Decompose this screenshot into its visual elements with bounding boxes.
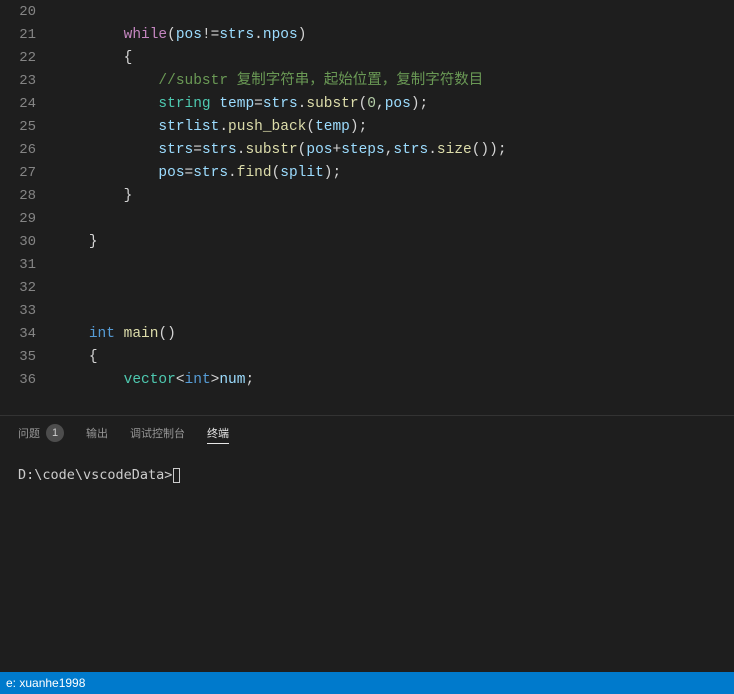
tab-debug-console-label: 调试控制台: [130, 425, 185, 441]
code-line[interactable]: }: [54, 231, 734, 254]
code-content[interactable]: while(pos!=strs.npos) { //substr 复制字符串，起…: [54, 0, 734, 415]
terminal-cursor: [173, 468, 180, 483]
tab-problems-label: 问题: [18, 425, 40, 441]
code-line[interactable]: {: [54, 346, 734, 369]
tab-terminal[interactable]: 终端: [207, 416, 229, 449]
code-line[interactable]: while(pos!=strs.npos): [54, 24, 734, 47]
code-line[interactable]: strlist.push_back(temp);: [54, 116, 734, 139]
line-number: 32: [0, 277, 54, 300]
code-line[interactable]: [54, 208, 734, 231]
code-line[interactable]: {: [54, 47, 734, 70]
tab-output-label: 输出: [86, 425, 108, 441]
line-number: 30: [0, 231, 54, 254]
code-line[interactable]: [54, 1, 734, 24]
code-editor[interactable]: 2021222324252627282930313233343536 while…: [0, 0, 734, 415]
problems-count-badge: 1: [46, 424, 64, 442]
bottom-panel: 问题 1 输出 调试控制台 终端 D:\code\vscodeData>: [0, 415, 734, 672]
editor-left-strip: [0, 0, 2, 415]
statusbar-left-text: e: xuanhe1998: [6, 676, 85, 690]
editor-scrollbar[interactable]: [721, 0, 734, 415]
line-number: 20: [0, 1, 54, 24]
line-number: 29: [0, 208, 54, 231]
line-number: 31: [0, 254, 54, 277]
code-line[interactable]: pos=strs.find(split);: [54, 162, 734, 185]
line-number: 33: [0, 300, 54, 323]
line-number: 27: [0, 162, 54, 185]
line-number: 28: [0, 185, 54, 208]
code-line[interactable]: }: [54, 185, 734, 208]
line-number: 34: [0, 323, 54, 346]
line-number-gutter: 2021222324252627282930313233343536: [0, 0, 54, 415]
code-line[interactable]: [54, 254, 734, 277]
tab-debug-console[interactable]: 调试控制台: [130, 416, 185, 449]
line-number: 23: [0, 70, 54, 93]
status-bar: e: xuanhe1998: [0, 672, 734, 694]
code-line[interactable]: //substr 复制字符串，起始位置，复制字符数目: [54, 70, 734, 93]
code-line[interactable]: [54, 300, 734, 323]
code-line[interactable]: strs=strs.substr(pos+steps,strs.size());: [54, 139, 734, 162]
panel-tabs: 问题 1 输出 调试控制台 终端: [0, 416, 734, 449]
code-line[interactable]: string temp=strs.substr(0,pos);: [54, 93, 734, 116]
line-number: 36: [0, 369, 54, 392]
statusbar-left-item[interactable]: e: xuanhe1998: [2, 676, 89, 690]
line-number: 24: [0, 93, 54, 116]
line-number: 35: [0, 346, 54, 369]
code-line[interactable]: [54, 277, 734, 300]
line-number: 25: [0, 116, 54, 139]
line-number: 21: [0, 24, 54, 47]
tab-terminal-label: 终端: [207, 425, 229, 441]
terminal-body[interactable]: D:\code\vscodeData>: [0, 449, 734, 672]
code-line[interactable]: vector<int>num;: [54, 369, 734, 392]
code-line[interactable]: int main(): [54, 323, 734, 346]
line-number: 22: [0, 47, 54, 70]
tab-output[interactable]: 输出: [86, 416, 108, 449]
terminal-line: D:\code\vscodeData>: [18, 467, 716, 483]
line-number: 26: [0, 139, 54, 162]
terminal-prompt: D:\code\vscodeData>: [18, 467, 172, 483]
tab-problems[interactable]: 问题 1: [18, 416, 64, 449]
